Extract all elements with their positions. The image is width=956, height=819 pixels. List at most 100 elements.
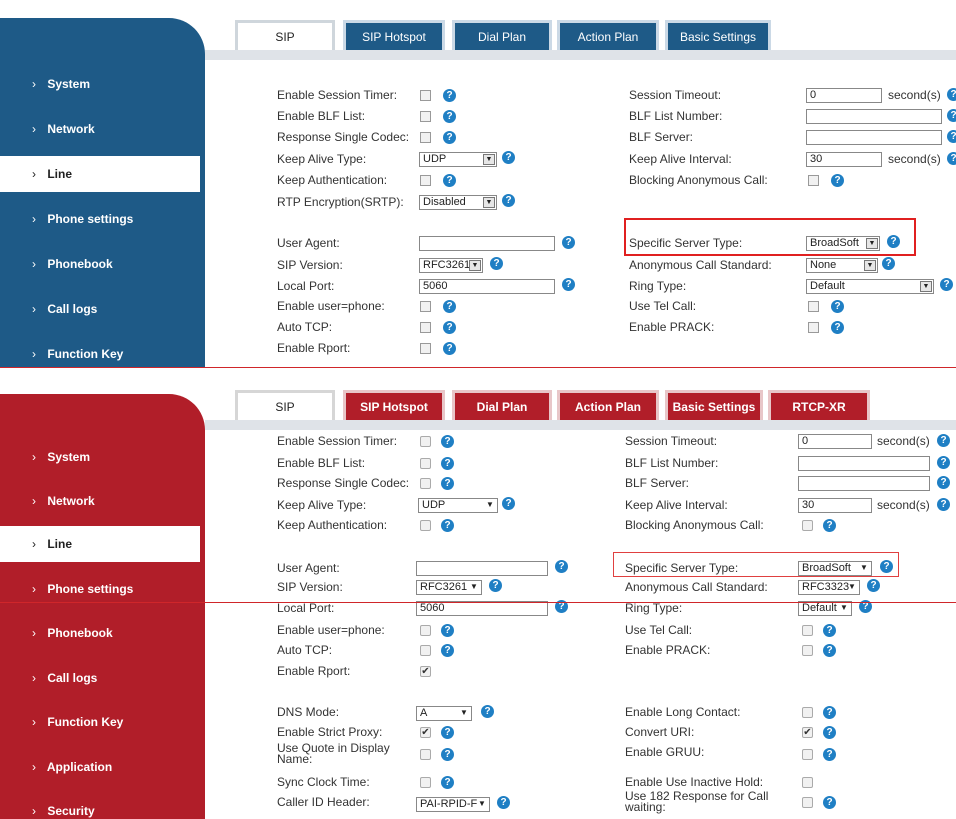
help-icon[interactable]: ?	[497, 796, 510, 809]
session-timeout-input[interactable]: 0	[806, 88, 882, 103]
sip-version-select[interactable]: RFC3261 ▼	[419, 258, 483, 273]
help-icon[interactable]: ?	[562, 236, 575, 249]
help-icon[interactable]: ?	[937, 434, 950, 447]
keep-alive-interval-input[interactable]: 30	[806, 152, 882, 167]
user-agent-input[interactable]	[416, 561, 548, 576]
help-icon[interactable]: ?	[441, 519, 454, 532]
help-icon[interactable]: ?	[823, 796, 836, 809]
help-icon[interactable]: ?	[441, 726, 454, 739]
blocking-anonymous-call-checkbox[interactable]	[808, 175, 819, 186]
tab-dial-plan[interactable]: Dial Plan	[452, 20, 552, 50]
sidebar-item-network[interactable]: › Network	[0, 111, 200, 147]
sidebar-item-call-logs[interactable]: › Call logs	[0, 660, 200, 696]
convert-uri-checkbox[interactable]: ✔	[802, 727, 813, 738]
sip-version-select[interactable]: RFC3261 ▼	[416, 580, 482, 595]
caller-id-header-select[interactable]: PAI-RPID-F ▼	[416, 797, 490, 812]
tab-sip[interactable]: SIP	[235, 390, 335, 420]
enable-prack-checkbox[interactable]	[802, 645, 813, 656]
tab-action-plan[interactable]: Action Plan	[557, 390, 659, 420]
enable-strict-proxy-checkbox[interactable]: ✔	[420, 727, 431, 738]
help-icon[interactable]: ?	[823, 706, 836, 719]
tab-sip-hotspot[interactable]: SIP Hotspot	[343, 20, 445, 50]
keep-alive-type-select[interactable]: UDP ▼	[418, 498, 498, 513]
local-port-input[interactable]: 5060	[419, 279, 555, 294]
sidebar-item-application[interactable]: › Application	[0, 749, 200, 785]
help-icon[interactable]: ?	[441, 624, 454, 637]
enable-long-contact-checkbox[interactable]	[802, 707, 813, 718]
sidebar-item-system[interactable]: › System	[0, 439, 200, 475]
help-icon[interactable]: ?	[937, 476, 950, 489]
tab-basic-settings[interactable]: Basic Settings	[665, 390, 763, 420]
tab-dial-plan[interactable]: Dial Plan	[452, 390, 552, 420]
keep-authentication-checkbox[interactable]	[420, 520, 431, 531]
help-icon[interactable]: ?	[441, 435, 454, 448]
help-icon[interactable]: ?	[481, 705, 494, 718]
help-icon[interactable]: ?	[831, 321, 844, 334]
local-port-input[interactable]: 5060	[416, 601, 548, 616]
help-icon[interactable]: ?	[947, 152, 956, 165]
help-icon[interactable]: ?	[441, 748, 454, 761]
enable-rport-checkbox[interactable]	[420, 343, 431, 354]
help-icon[interactable]: ?	[443, 110, 456, 123]
tab-rtcp-xr[interactable]: RTCP-XR	[768, 390, 870, 420]
ring-type-select[interactable]: Default ▼	[806, 279, 934, 294]
help-icon[interactable]: ?	[562, 278, 575, 291]
sidebar-item-line[interactable]: › Line	[0, 156, 200, 192]
blf-server-input[interactable]	[806, 130, 942, 145]
sidebar-item-function-key[interactable]: › Function Key	[0, 336, 200, 368]
enable-use-inactive-hold-checkbox[interactable]	[802, 777, 813, 788]
tab-sip-hotspot[interactable]: SIP Hotspot	[343, 390, 445, 420]
response-single-codec-checkbox[interactable]	[420, 478, 431, 489]
keep-authentication-checkbox[interactable]	[420, 175, 431, 186]
help-icon[interactable]: ?	[937, 456, 950, 469]
help-icon[interactable]: ?	[489, 579, 502, 592]
help-icon[interactable]: ?	[823, 748, 836, 761]
help-icon[interactable]: ?	[443, 131, 456, 144]
help-icon[interactable]: ?	[831, 300, 844, 313]
help-icon[interactable]: ?	[823, 519, 836, 532]
sidebar-item-function-key[interactable]: › Function Key	[0, 704, 200, 740]
help-icon[interactable]: ?	[443, 174, 456, 187]
enable-user-phone-checkbox[interactable]	[420, 625, 431, 636]
help-icon[interactable]: ?	[443, 300, 456, 313]
help-icon[interactable]: ?	[555, 560, 568, 573]
sidebar-item-phone-settings[interactable]: › Phone settings	[0, 201, 200, 237]
help-icon[interactable]: ?	[823, 624, 836, 637]
enable-blf-list-checkbox[interactable]	[420, 458, 431, 469]
help-icon[interactable]: ?	[502, 497, 515, 510]
enable-gruu-checkbox[interactable]	[802, 749, 813, 760]
keep-alive-type-select[interactable]: UDP ▼	[419, 152, 497, 167]
auto-tcp-checkbox[interactable]	[420, 645, 431, 656]
help-icon[interactable]: ?	[490, 257, 503, 270]
blocking-anonymous-call-checkbox[interactable]	[802, 520, 813, 531]
dns-mode-select[interactable]: A ▼	[416, 706, 472, 721]
help-icon[interactable]: ?	[441, 457, 454, 470]
anonymous-call-standard-select[interactable]: None ▼	[806, 258, 878, 273]
sidebar-item-phonebook[interactable]: › Phonebook	[0, 246, 200, 282]
anonymous-call-standard-select[interactable]: RFC3323 ▼	[798, 580, 860, 595]
enable-prack-checkbox[interactable]	[808, 322, 819, 333]
help-icon[interactable]: ?	[947, 109, 956, 122]
enable-session-timer-checkbox[interactable]	[420, 436, 431, 447]
sidebar-item-line[interactable]: › Line	[0, 526, 200, 562]
use-quote-in-display-name-checkbox[interactable]	[420, 749, 431, 760]
user-agent-input[interactable]	[419, 236, 555, 251]
enable-session-timer-checkbox[interactable]	[420, 90, 431, 101]
help-icon[interactable]: ?	[823, 726, 836, 739]
sidebar-item-security[interactable]: › Security	[0, 793, 200, 819]
help-icon[interactable]: ?	[867, 579, 880, 592]
help-icon[interactable]: ?	[831, 174, 844, 187]
help-icon[interactable]: ?	[502, 194, 515, 207]
enable-user-phone-checkbox[interactable]	[420, 301, 431, 312]
tab-action-plan[interactable]: Action Plan	[557, 20, 659, 50]
blf-list-number-input[interactable]	[798, 456, 930, 471]
use-tel-call-checkbox[interactable]	[808, 301, 819, 312]
session-timeout-input[interactable]: 0	[798, 434, 872, 449]
enable-blf-list-checkbox[interactable]	[420, 111, 431, 122]
sidebar-item-phonebook[interactable]: › Phonebook	[0, 615, 200, 651]
help-icon[interactable]: ?	[443, 321, 456, 334]
tab-basic-settings[interactable]: Basic Settings	[665, 20, 771, 50]
sidebar-item-call-logs[interactable]: › Call logs	[0, 291, 200, 327]
help-icon[interactable]: ?	[441, 644, 454, 657]
help-icon[interactable]: ?	[940, 278, 953, 291]
